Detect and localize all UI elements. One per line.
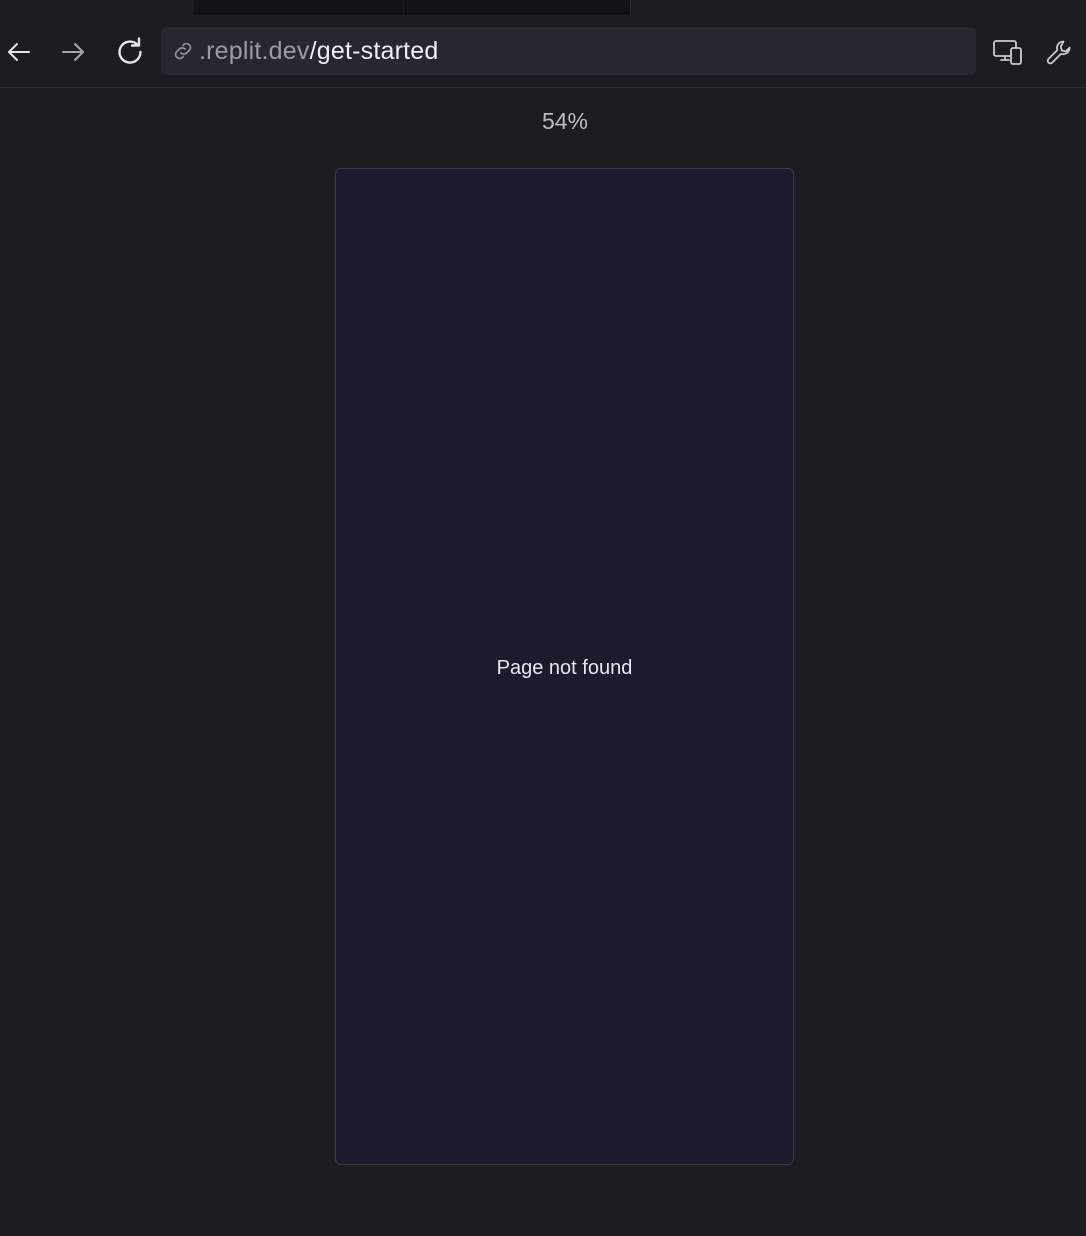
arrow-right-icon [60,38,88,66]
wrench-icon [1044,36,1076,68]
url-text: .replit.dev/get-started [199,37,438,66]
browser-toolbar: .replit.dev/get-started [0,16,1086,88]
tab[interactable] [404,0,630,15]
url-path: /get-started [309,36,439,65]
arrow-left-icon [4,38,32,66]
devices-icon [992,37,1024,67]
tools-button[interactable] [1040,32,1080,72]
tab[interactable] [194,0,403,15]
back-button[interactable] [0,34,36,70]
reload-button[interactable] [110,32,150,72]
forward-button[interactable] [56,34,92,70]
url-domain: .replit.dev [199,36,310,65]
preview-frame: Page not found [335,168,794,1165]
address-bar[interactable]: .replit.dev/get-started [161,27,976,75]
tab-strip [0,0,1086,16]
page-not-found-message: Page not found [496,657,633,679]
tab-divider [630,0,631,15]
link-icon [169,37,197,65]
devices-button[interactable] [988,33,1028,71]
reload-icon [113,35,147,69]
zoom-level: 54% [541,108,589,134]
